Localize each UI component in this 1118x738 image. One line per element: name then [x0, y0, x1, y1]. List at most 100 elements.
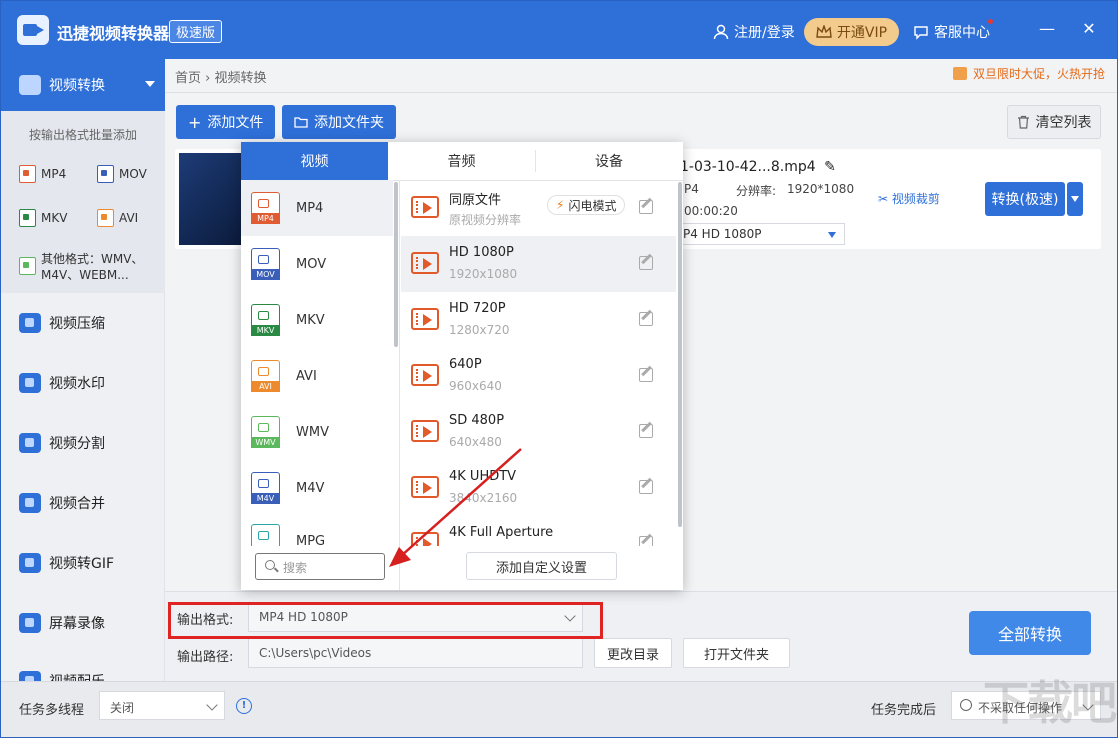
- batch-format-other[interactable]: 其他格式：WMV、M4V、WEBM...: [19, 251, 154, 283]
- film-icon: [411, 476, 439, 498]
- resolution-item[interactable]: HD 720P 1280x720: [401, 292, 676, 348]
- clip-button[interactable]: ✂ 视频裁剪: [878, 190, 940, 207]
- batch-format-mov[interactable]: MOV: [97, 165, 147, 183]
- add-custom-setting-button[interactable]: 添加自定义设置: [466, 552, 617, 580]
- login-link[interactable]: 注册/登录: [713, 22, 795, 42]
- sidebar-item-watermark[interactable]: 视频水印: [19, 373, 105, 393]
- close-button[interactable]: ✕: [1079, 19, 1099, 38]
- sidebar-item-record[interactable]: 屏幕录像: [19, 613, 105, 633]
- sidebar-item-label: 视频分割: [49, 436, 105, 452]
- resolution-name: 4K Full Aperture: [449, 525, 554, 540]
- batch-format-label: MP4: [41, 167, 67, 181]
- edit-icon[interactable]: [639, 368, 653, 382]
- convert-all-button[interactable]: 全部转换: [969, 611, 1091, 655]
- format-item-avi[interactable]: AVI AVI: [241, 348, 393, 404]
- file-format: P4: [684, 182, 699, 196]
- format-list: MP4 MP4 MOV MOV MKV MKV AVI AVI WMV WMV …: [241, 180, 399, 590]
- format-list-scrollbar[interactable]: [394, 182, 398, 347]
- batch-format-avi[interactable]: AVI: [97, 209, 138, 227]
- edit-icon[interactable]: [639, 200, 653, 214]
- pencil-icon[interactable]: ✎: [824, 159, 836, 175]
- format-item-m4v[interactable]: M4V M4V: [241, 460, 393, 516]
- resolution-sub: 原视频分辨率: [449, 213, 522, 227]
- multithread-label: 任务多线程: [19, 703, 85, 718]
- mkv-file-icon: [19, 209, 36, 227]
- resolution-item[interactable]: 4K UHDTV 3840x2160: [401, 460, 676, 516]
- resolution-name: HD 720P: [449, 301, 506, 316]
- resolution-item[interactable]: 4K Full Aperture: [401, 516, 676, 546]
- column-divider: [399, 180, 400, 590]
- batch-format-mp4[interactable]: MP4: [19, 165, 66, 183]
- format-item-mov[interactable]: MOV MOV: [241, 236, 393, 292]
- breadcrumb-separator: ›: [205, 71, 211, 86]
- resolution-name: HD 1080P: [449, 245, 514, 260]
- resolution-list-scrollbar[interactable]: [678, 182, 682, 527]
- format-popup: 视频 音频 设备 MP4 MP4 MOV MOV MKV MKV AVI AVI: [241, 142, 683, 590]
- sidebar-item-split[interactable]: 视频分割: [19, 433, 105, 453]
- breadcrumb-home[interactable]: 首页: [175, 71, 201, 86]
- format-item-mkv[interactable]: MKV MKV: [241, 292, 393, 348]
- wmv-file-icon: WMV: [251, 416, 280, 448]
- tab-video[interactable]: 视频: [241, 142, 388, 180]
- sidebar-item-merge[interactable]: 视频合并: [19, 493, 105, 513]
- file-output-format-select[interactable]: P4 HD 1080P: [680, 223, 845, 245]
- resolution-name: 4K UHDTV: [449, 469, 517, 484]
- format-label: MOV: [296, 256, 327, 272]
- search-placeholder: 搜索: [283, 561, 308, 575]
- app-window: 迅捷视频转换器 极速版 注册/登录 开通VIP 客服中心 — ✕ 视频转换 按输…: [0, 0, 1118, 738]
- sidebar: 视频转换 按输出格式批量添加 MP4 MOV MKV AVI 其他格式：WMV、…: [1, 59, 165, 681]
- format-item-mpg[interactable]: MPG: [241, 516, 393, 546]
- format-item-mp4[interactable]: MP4 MP4: [241, 180, 393, 236]
- format-label: MPG: [296, 534, 326, 546]
- search-icon: [265, 560, 275, 570]
- format-search-input[interactable]: 搜索: [255, 553, 385, 580]
- edit-icon[interactable]: [639, 536, 653, 546]
- resolution-item[interactable]: 640P 960x640: [401, 348, 676, 404]
- resolution-item[interactable]: 同原文件 原视频分辨率 ⚡ 闪电模式: [401, 180, 676, 236]
- sidebar-item-gif[interactable]: 视频转GIF: [19, 553, 114, 573]
- minimize-button[interactable]: —: [1037, 19, 1057, 38]
- sidebar-item-video-convert[interactable]: 视频转换: [1, 59, 165, 111]
- file-name: 1-03-10-42...8.mp4 ✎: [680, 159, 836, 175]
- tab-device[interactable]: 设备: [535, 142, 683, 180]
- format-item-wmv[interactable]: WMV WMV: [241, 404, 393, 460]
- split-icon: [19, 433, 41, 453]
- mkv-file-icon: MKV: [251, 304, 280, 336]
- convert-button[interactable]: 转换(极速): [985, 182, 1065, 216]
- convert-dropdown-button[interactable]: [1067, 182, 1083, 216]
- change-directory-button[interactable]: 更改目录: [594, 638, 672, 668]
- add-folder-button[interactable]: 添加文件夹: [282, 105, 396, 139]
- resolution-sub: 1920x1080: [449, 267, 518, 281]
- open-folder-button[interactable]: 打开文件夹: [683, 638, 790, 668]
- sidebar-item-label: 视频水印: [49, 376, 105, 392]
- format-label: MP4: [296, 200, 324, 216]
- folder-icon: [294, 117, 308, 128]
- trash-icon: [1017, 115, 1029, 129]
- sidebar-item-label: 视频转GIF: [49, 556, 115, 572]
- format-label: WMV: [296, 424, 329, 440]
- mov-file-icon: MOV: [251, 248, 280, 280]
- resolution-sub: 1280x720: [449, 323, 510, 337]
- info-icon[interactable]: !: [236, 698, 252, 714]
- batch-format-mkv[interactable]: MKV: [19, 209, 67, 227]
- customer-service-link[interactable]: 客服中心: [913, 22, 990, 42]
- video-thumbnail[interactable]: [179, 153, 247, 245]
- multithread-select[interactable]: 关闭: [99, 691, 225, 720]
- tab-audio[interactable]: 音频: [388, 142, 535, 180]
- edit-icon[interactable]: [639, 480, 653, 494]
- sidebar-item-compress[interactable]: 视频压缩: [19, 313, 105, 333]
- sidebar-item-music[interactable]: 视频配乐: [19, 671, 105, 681]
- video-convert-icon: [19, 75, 41, 95]
- promo-banner[interactable]: 双旦限时大促，火热开抢: [952, 65, 1105, 82]
- gif-icon: [19, 553, 41, 573]
- resolution-item[interactable]: HD 1080P 1920x1080: [401, 236, 676, 292]
- clear-list-button[interactable]: 清空列表: [1007, 105, 1101, 139]
- add-file-button[interactable]: + 添加文件: [176, 105, 276, 139]
- add-file-label: 添加文件: [207, 115, 264, 131]
- edit-icon[interactable]: [639, 424, 653, 438]
- output-path-input[interactable]: C:\Users\pc\Videos: [248, 638, 583, 668]
- edit-icon[interactable]: [639, 256, 653, 270]
- edit-icon[interactable]: [639, 312, 653, 326]
- vip-button[interactable]: 开通VIP: [804, 18, 899, 46]
- resolution-item[interactable]: SD 480P 640x480: [401, 404, 676, 460]
